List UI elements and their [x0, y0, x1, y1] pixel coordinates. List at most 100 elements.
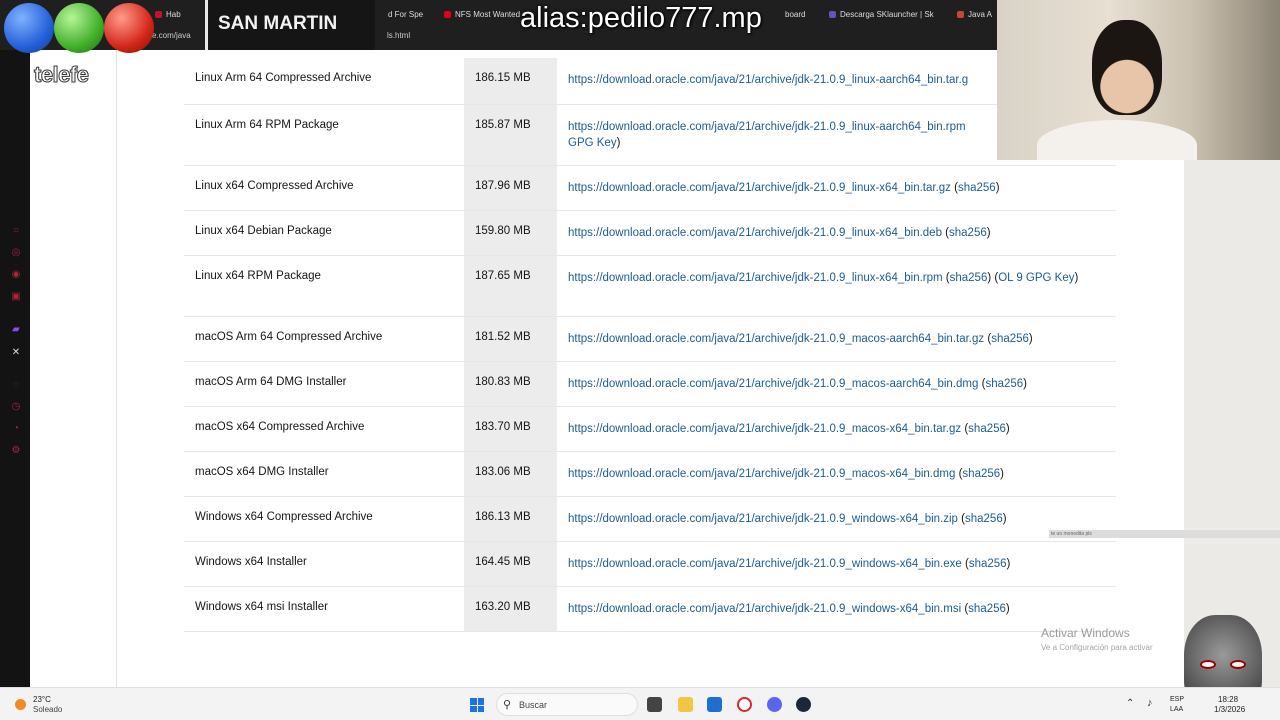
stream-ticker: te un monedita pls: [1049, 530, 1280, 538]
download-cell: https://download.oracle.com/java/21/arch…: [557, 316, 1116, 362]
bookmark-label: Descarga SKlauncher | Sk: [840, 10, 934, 19]
gpg-key-link[interactable]: OL 9 GPG Key: [998, 272, 1074, 284]
activation-title: Activar Windows: [1041, 626, 1130, 640]
file-explorer-icon[interactable]: [678, 697, 693, 712]
download-cell: https://download.oracle.com/java/21/arch…: [557, 255, 1116, 317]
size-cell: 187.65 MB: [464, 255, 557, 317]
download-link[interactable]: https://download.oracle.com/java/21/arch…: [568, 227, 942, 239]
discord-icon[interactable]: [767, 697, 782, 712]
bookmark-label: NFS Most Wanted: [455, 10, 521, 19]
bookmark-item[interactable]: board: [785, 10, 805, 19]
microphone-icon[interactable]: ♪: [1147, 697, 1153, 709]
bookmark-item[interactable]: NFS Most Wanted: [444, 10, 520, 19]
product-cell: Linux x64 RPM Package: [184, 255, 464, 317]
sidebar-app-icon[interactable]: ▣: [11, 292, 21, 302]
download-cell: https://download.oracle.com/java/21/arch…: [557, 541, 1116, 587]
download-link[interactable]: https://download.oracle.com/java/21/arch…: [568, 182, 951, 194]
start-button[interactable]: [470, 698, 484, 712]
download-link[interactable]: https://download.oracle.com/java/21/arch…: [568, 423, 961, 435]
activation-subtitle: Ve a Configuración para activar: [1041, 643, 1153, 652]
mascot-eyes: [1200, 660, 1246, 670]
sklauncher-icon: [829, 11, 836, 18]
sha256-link[interactable]: sha256: [968, 603, 1006, 615]
settings-icon[interactable]: ⚙: [11, 446, 21, 456]
downloads-table: Linux Arm 64 Compressed Archive 186.15 M…: [184, 58, 1116, 632]
input-language[interactable]: ESP: [1170, 696, 1184, 703]
sha256-link[interactable]: sha256: [985, 378, 1023, 390]
size-cell: 186.15 MB: [464, 58, 557, 105]
bookmark-item[interactable]: Java A: [957, 10, 992, 19]
webcam-person-body: [1037, 120, 1197, 160]
channel-logo: telefe: [0, 0, 205, 95]
download-link[interactable]: https://download.oracle.com/java/21/arch…: [568, 333, 984, 345]
task-view-icon[interactable]: [647, 697, 662, 712]
sha256-link[interactable]: sha256: [962, 468, 1000, 480]
store-icon[interactable]: [707, 697, 722, 712]
gpg-key-link[interactable]: GPG Key: [568, 137, 617, 149]
sidebar-app-icon[interactable]: ◷: [11, 402, 21, 412]
table-row: macOS Arm 64 DMG Installer 180.83 MB htt…: [184, 361, 1116, 407]
sha256-link[interactable]: sha256: [949, 227, 987, 239]
sidebar-app-icon[interactable]: ◔: [11, 424, 21, 434]
size-cell: 159.80 MB: [464, 210, 557, 256]
table-row: macOS x64 Compressed Archive 183.70 MB h…: [184, 406, 1116, 452]
opera-icon[interactable]: [737, 697, 752, 712]
download-cell: https://download.oracle.com/java/21/arch…: [557, 165, 1116, 211]
weather-temp[interactable]: 23°C: [33, 695, 51, 704]
sha256-link[interactable]: sha256: [991, 333, 1029, 345]
download-link[interactable]: https://download.oracle.com/java/21/arch…: [568, 378, 978, 390]
twitch-icon[interactable]: ▰: [11, 325, 21, 335]
size-cell: 187.96 MB: [464, 165, 557, 211]
download-cell: https://download.oracle.com/java/21/arch…: [557, 406, 1116, 452]
download-link[interactable]: https://download.oracle.com/java/21/arch…: [568, 558, 962, 570]
size-cell: 180.83 MB: [464, 361, 557, 407]
table-row: macOS Arm 64 Compressed Archive 181.52 M…: [184, 316, 1116, 362]
table-row: Linux x64 RPM Package 187.65 MB https://…: [184, 255, 1116, 317]
size-cell: 186.13 MB: [464, 496, 557, 542]
sha256-link[interactable]: sha256: [958, 182, 996, 194]
download-link[interactable]: https://download.oracle.com/java/21/arch…: [568, 468, 955, 480]
product-cell: Windows x64 Compressed Archive: [184, 496, 464, 542]
size-cell: 183.06 MB: [464, 451, 557, 497]
weather-desc[interactable]: Soleado: [33, 705, 62, 714]
bookmark-label: Java A: [968, 10, 993, 19]
station-overlay: SAN MARTIN: [205, 0, 375, 50]
clock-date[interactable]: 1/3/2026: [1214, 705, 1245, 714]
product-cell: Linux x64 Compressed Archive: [184, 165, 464, 211]
station-name: SAN MARTIN: [218, 13, 338, 34]
bookmark-label: d For Spe: [388, 10, 424, 19]
download-link[interactable]: https://download.oracle.com/java/21/arch…: [568, 603, 961, 615]
sidebar-app-icon[interactable]: ◉: [11, 270, 21, 280]
sha256-link[interactable]: sha256: [968, 423, 1006, 435]
logo-ball-green: [54, 3, 104, 53]
youtube-icon: [444, 11, 451, 18]
bookmark-label: board: [785, 10, 806, 19]
download-link[interactable]: https://download.oracle.com/java/21/arch…: [568, 74, 968, 86]
chevron-up-icon[interactable]: ⌃: [1126, 698, 1134, 709]
product-cell: macOS x64 DMG Installer: [184, 451, 464, 497]
download-link[interactable]: https://download.oracle.com/java/21/arch…: [568, 513, 958, 525]
sha256-link[interactable]: sha256: [965, 513, 1003, 525]
taskbar-search[interactable]: ⚲ Buscar: [496, 693, 638, 716]
x-icon[interactable]: ✕: [11, 348, 21, 358]
weather-sun-icon[interactable]: [15, 699, 26, 710]
sidebar-app-icon[interactable]: ◎: [11, 248, 21, 258]
sha256-link[interactable]: sha256: [969, 558, 1007, 570]
bookmark-item[interactable]: d For Spe: [388, 10, 423, 19]
download-link[interactable]: https://download.oracle.com/java/21/arch…: [568, 272, 943, 284]
sha256-link[interactable]: sha256: [950, 272, 988, 284]
bookmark-item[interactable]: Descarga SKlauncher | Sk: [829, 10, 934, 19]
channel-logo-text: telefe: [33, 62, 89, 88]
download-cell: https://download.oracle.com/java/21/arch…: [557, 210, 1116, 256]
steam-icon[interactable]: [796, 697, 811, 712]
download-link[interactable]: https://download.oracle.com/java/21/arch…: [568, 121, 966, 133]
windows-activation-watermark: Activar Windows Ve a Configuración para …: [1041, 626, 1153, 652]
sidebar-app-icon[interactable]: ◌: [11, 380, 21, 390]
input-layout[interactable]: LAA: [1170, 706, 1183, 713]
table-row: Linux x64 Compressed Archive 187.96 MB h…: [184, 165, 1116, 211]
download-cell: https://download.oracle.com/java/21/arch…: [557, 496, 1116, 542]
left-sidebar: ○ ◎ ◉ ▣ ▰ ✕ ◌ ◷ ◔ ⚙: [0, 50, 30, 687]
sidebar-app-icon[interactable]: ○: [11, 226, 21, 236]
donation-alias: alias:pedilo777.mp: [520, 2, 762, 34]
clock-time[interactable]: 18:28: [1218, 695, 1238, 704]
